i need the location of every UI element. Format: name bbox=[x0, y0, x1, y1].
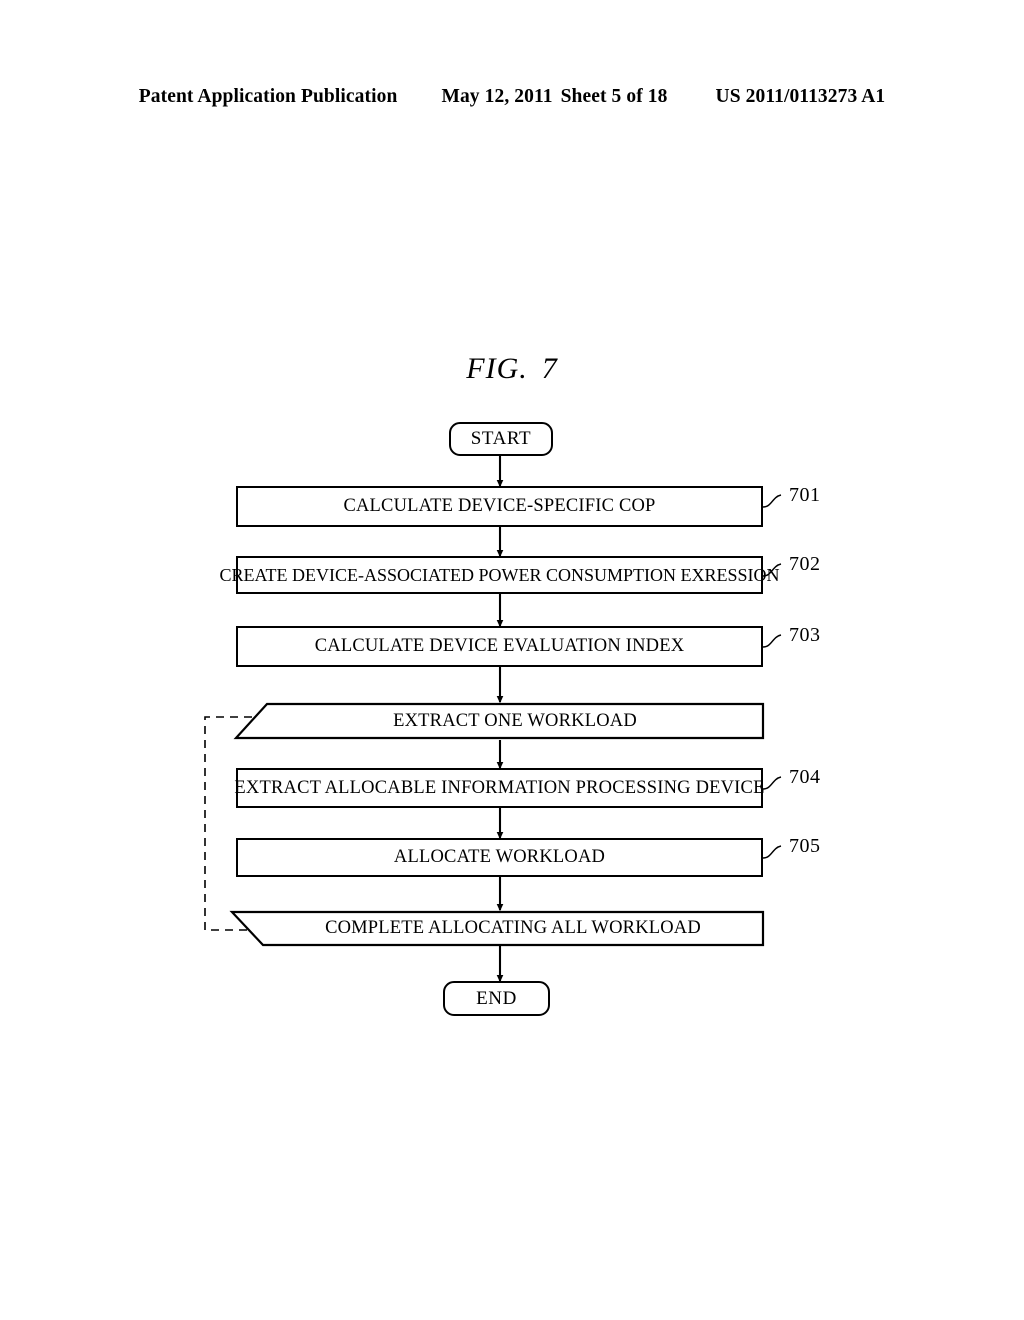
refnum-701: 701 bbox=[789, 484, 821, 506]
flow-node-705-label: ALLOCATE WORKLOAD bbox=[393, 847, 606, 867]
loop-start-shape bbox=[233, 702, 765, 740]
flow-node-701[interactable]: CALCULATE DEVICE-SPECIFIC COP bbox=[236, 486, 763, 527]
flow-node-start[interactable]: START bbox=[449, 422, 553, 456]
flow-node-end-label: END bbox=[476, 987, 517, 1009]
flow-node-704[interactable]: EXTRACT ALLOCABLE INFORMATION PROCESSING… bbox=[234, 768, 765, 808]
leader-line-701 bbox=[762, 494, 782, 508]
refnum-702: 702 bbox=[789, 553, 821, 575]
flow-node-701-label: CALCULATE DEVICE-SPECIFIC COP bbox=[343, 496, 656, 516]
flow-node-704-label: EXTRACT ALLOCABLE INFORMATION PROCESSING… bbox=[234, 777, 765, 798]
flow-node-start-label: START bbox=[470, 428, 532, 449]
loopback-dashed-path bbox=[204, 716, 252, 931]
flow-node-end[interactable]: END bbox=[443, 981, 550, 1016]
loop-end-shape bbox=[229, 910, 765, 947]
refnum-705: 705 bbox=[789, 835, 821, 857]
flow-node-705[interactable]: ALLOCATE WORKLOAD bbox=[236, 838, 763, 877]
flow-node-703[interactable]: CALCULATE DEVICE EVALUATION INDEX bbox=[236, 626, 763, 667]
leader-line-703 bbox=[762, 634, 782, 648]
flow-node-702-label: CREATE DEVICE-ASSOCIATED POWER CONSUMPTI… bbox=[219, 564, 780, 585]
leader-line-705 bbox=[762, 845, 782, 859]
refnum-703: 703 bbox=[789, 624, 821, 646]
flow-node-702[interactable]: CREATE DEVICE-ASSOCIATED POWER CONSUMPTI… bbox=[219, 556, 780, 594]
refnum-704: 704 bbox=[789, 766, 821, 788]
flow-node-703-label: CALCULATE DEVICE EVALUATION INDEX bbox=[314, 636, 685, 656]
leader-line-704 bbox=[762, 776, 782, 790]
